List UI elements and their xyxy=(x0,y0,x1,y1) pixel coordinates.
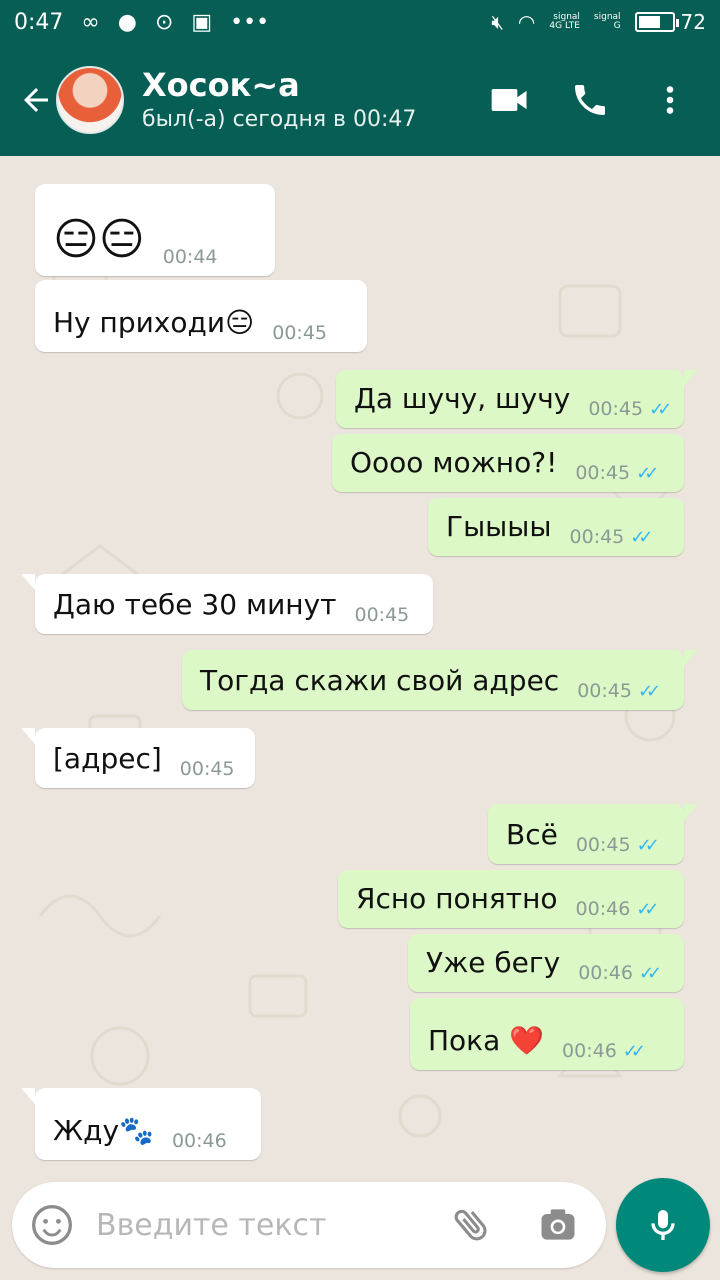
voice-record-button[interactable] xyxy=(616,1178,710,1272)
message-bubble-incoming[interactable]: [адрес] 00:45 xyxy=(21,728,255,788)
message-bubble-incoming[interactable]: 😑😑 00:44 xyxy=(35,184,275,276)
signal-4g-indicator: signal 4G LTE xyxy=(549,12,580,31)
message-bubble-outgoing[interactable]: Всё 00:45 ✓✓ xyxy=(488,804,698,864)
status-time: 0:47 xyxy=(14,9,64,35)
message-bubble-outgoing[interactable]: Ясно понятно 00:46 ✓✓ xyxy=(338,870,684,928)
double-check-icon: ✓✓ xyxy=(630,526,653,548)
double-check-icon: ✓✓ xyxy=(636,834,660,856)
mute-icon: 🔇︎ xyxy=(491,10,504,34)
message-bubble-outgoing[interactable]: Оооо можно?! 00:45 ✓✓ xyxy=(332,434,684,492)
more-notifications-icon: ••• xyxy=(230,9,270,35)
message-text: [адрес] xyxy=(53,742,162,775)
loop-icon: ∞ xyxy=(81,9,100,35)
video-call-icon xyxy=(491,89,527,111)
message-time: 00:45 xyxy=(588,398,644,420)
voice-call-button[interactable] xyxy=(564,74,616,126)
video-call-button[interactable] xyxy=(484,74,536,126)
more-vertical-icon xyxy=(666,86,674,114)
message-time: 00:45 xyxy=(354,604,410,626)
message-text: Всё xyxy=(506,818,558,851)
back-button[interactable] xyxy=(10,74,62,126)
contact-info[interactable]: Хосок~a был(-а) сегодня в 00:47 xyxy=(142,65,416,135)
message-text: Даю тебе 30 минут xyxy=(53,588,337,621)
status-bar: 0:47 ∞ ● ⊙ ▣ ••• 🔇︎ ◠ signal 4G LTE sign… xyxy=(0,0,720,44)
double-check-icon: ✓✓ xyxy=(637,680,661,702)
message-bubble-outgoing[interactable]: Да шучу, шучу 00:45 ✓✓ xyxy=(336,370,698,428)
message-list[interactable]: 😑😑 00:44 Ну приходи😑 00:45 Да шучу, шучу… xyxy=(0,156,720,1170)
message-time: 00:45 xyxy=(577,680,632,702)
battery-icon xyxy=(634,12,679,32)
phone-icon xyxy=(575,85,605,115)
double-check-icon: ✓✓ xyxy=(649,398,672,420)
message-bubble-outgoing[interactable]: Гыыыы 00:45 ✓✓ xyxy=(428,498,684,556)
battery-level: 72 xyxy=(680,10,706,34)
signal-g-indicator: signal G xyxy=(593,12,621,31)
message-bubble-incoming[interactable]: Жду🐾 00:46 xyxy=(21,1088,261,1160)
last-seen: был(-а) сегодня в 00:47 xyxy=(142,107,417,132)
avatar[interactable] xyxy=(56,66,124,134)
double-check-icon: ✓✓ xyxy=(638,962,662,984)
message-text: Ну приходи😑 xyxy=(53,306,255,339)
message-text: Гыыыы xyxy=(446,510,552,543)
double-check-icon: ✓✓ xyxy=(622,1040,646,1062)
message-time: 00:45 xyxy=(272,322,328,344)
message-time: 00:46 xyxy=(562,1040,617,1062)
more-options-button[interactable] xyxy=(644,74,696,126)
message-bubble-incoming[interactable]: Даю тебе 30 минут 00:45 xyxy=(21,574,433,634)
message-time: 00:44 xyxy=(162,246,218,268)
contact-name: Хосок~a xyxy=(142,66,300,104)
compose-bar: Введите текст xyxy=(0,1170,720,1280)
battery-indicator: 72 xyxy=(634,10,706,34)
message-bubble-incoming[interactable]: Ну приходи😑 00:45 xyxy=(35,280,367,352)
message-text: Жду🐾 xyxy=(53,1114,154,1147)
message-bubble-outgoing[interactable]: Пока ❤️ 00:46 ✓✓ xyxy=(410,998,684,1070)
chat-notification-icon: ● xyxy=(117,9,137,35)
arrow-left-icon xyxy=(24,88,48,112)
message-time: 00:45 xyxy=(575,462,631,484)
message-text: 😑😑 xyxy=(53,214,145,265)
message-text: Да шучу, шучу xyxy=(354,382,571,415)
microphone-icon xyxy=(651,1210,675,1240)
emoji-icon[interactable] xyxy=(30,1203,74,1247)
message-text: Уже бегу xyxy=(426,946,561,979)
double-check-icon: ✓✓ xyxy=(636,462,659,484)
message-bubble-outgoing[interactable]: Тогда скажи свой адрес 00:45 ✓✓ xyxy=(182,650,698,710)
message-time: 00:45 xyxy=(569,526,625,548)
message-time: 00:46 xyxy=(578,962,633,984)
message-bubble-outgoing[interactable]: Уже бегу 00:46 ✓✓ xyxy=(408,934,684,992)
paperclip-icon[interactable] xyxy=(450,1203,494,1247)
message-input-placeholder: Введите текст xyxy=(96,1207,327,1243)
message-time: 00:45 xyxy=(179,758,235,780)
camera-icon[interactable] xyxy=(536,1203,580,1247)
message-input[interactable]: Введите текст xyxy=(12,1182,606,1268)
message-time: 00:46 xyxy=(575,898,631,920)
chat-header: Хосок~a был(-а) сегодня в 00:47 xyxy=(0,44,720,156)
message-text: Пока ❤️ xyxy=(428,1024,545,1057)
image-icon: ▣ xyxy=(191,9,213,35)
double-check-icon: ✓✓ xyxy=(636,898,659,920)
message-time: 00:46 xyxy=(171,1130,227,1152)
message-text: Ясно понятно xyxy=(356,882,558,915)
wifi-icon: ◠ xyxy=(517,10,536,34)
message-text: Тогда скажи свой адрес xyxy=(200,664,560,697)
message-text: Оооо можно?! xyxy=(350,446,558,479)
download-icon: ⊙ xyxy=(154,9,174,35)
message-time: 00:45 xyxy=(575,834,631,856)
